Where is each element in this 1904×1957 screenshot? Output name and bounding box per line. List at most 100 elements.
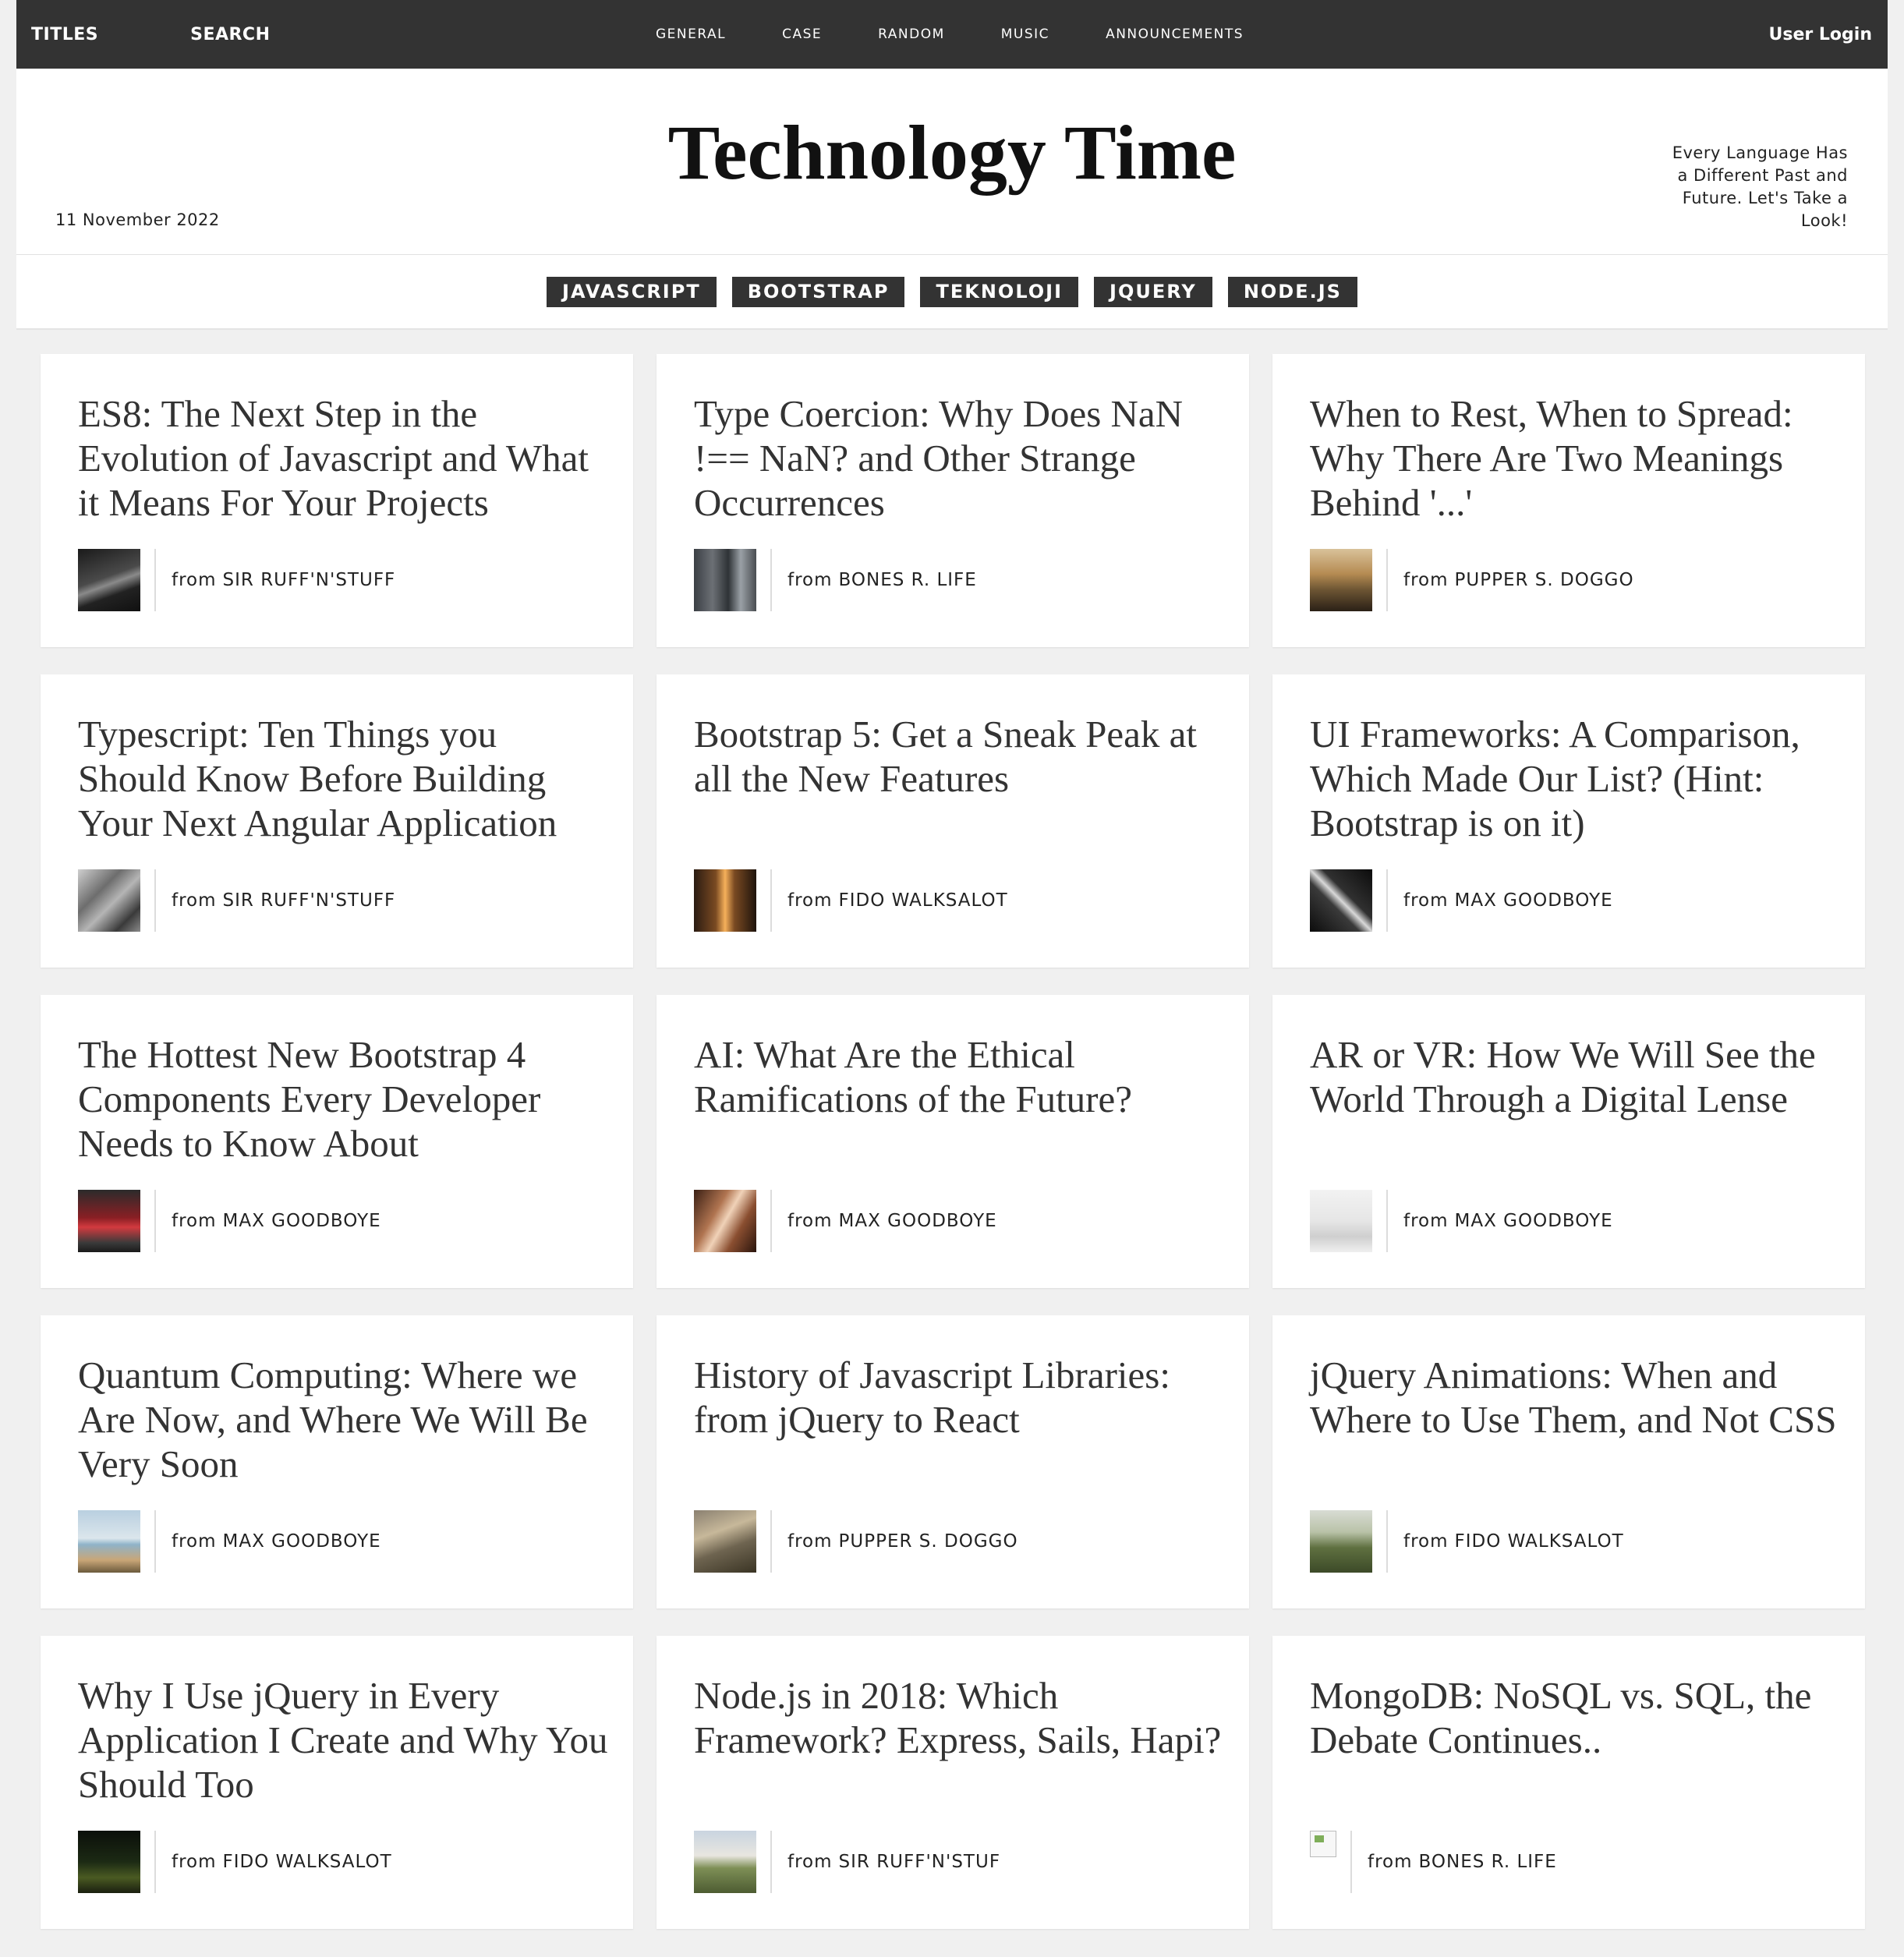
search-link[interactable]: SEARCH [190, 25, 270, 44]
byline-divider [770, 869, 772, 932]
article-card[interactable]: AR or VR: How We Will See the World Thro… [1272, 995, 1865, 1288]
byline-divider [770, 1510, 772, 1573]
byline-from: from [172, 1531, 217, 1552]
byline-divider [1350, 1831, 1352, 1893]
author-thumbnail [78, 549, 140, 611]
broken-image-icon [1310, 1831, 1336, 1857]
tag-nodejs[interactable]: NODE.JS [1227, 276, 1357, 307]
article-card[interactable]: UI Frameworks: A Comparison, Which Made … [1272, 674, 1865, 968]
tag-bootstrap[interactable]: BOOTSTRAP [731, 276, 905, 307]
masthead: 11 November 2022 Technology Time Every L… [16, 69, 1888, 256]
author-name[interactable]: FIDO WALKSALOT [839, 890, 1008, 911]
article-title[interactable]: The Hottest New Bootstrap 4 Components E… [78, 1032, 608, 1166]
article-title[interactable]: Typescript: Ten Things you Should Know B… [78, 712, 608, 845]
byline-from: from [1403, 1531, 1449, 1552]
article-byline: from SIR RUFF'N'STUFF [78, 549, 395, 611]
byline-from: from [787, 1531, 833, 1552]
article-title[interactable]: jQuery Animations: When and Where to Use… [1310, 1353, 1840, 1442]
article-card[interactable]: Bootstrap 5: Get a Sneak Peak at all the… [656, 674, 1249, 968]
byline-divider [1386, 1510, 1388, 1573]
byline-from: from [1368, 1852, 1413, 1872]
author-name[interactable]: PUPPER S. DOGGO [1455, 570, 1634, 590]
article-title[interactable]: Bootstrap 5: Get a Sneak Peak at all the… [694, 712, 1224, 801]
current-date: 11 November 2022 [55, 211, 220, 229]
article-title[interactable]: MongoDB: NoSQL vs. SQL, the Debate Conti… [1310, 1673, 1840, 1762]
article-card[interactable]: Type Coercion: Why Does NaN !== NaN? and… [656, 354, 1249, 647]
category-case-link[interactable]: CASE [782, 27, 822, 42]
author-thumbnail [78, 1831, 140, 1893]
author-thumbnail [694, 869, 756, 932]
byline-divider [770, 1831, 772, 1893]
author-thumbnail [694, 1831, 756, 1893]
tag-jquery[interactable]: JQUERY [1094, 276, 1212, 307]
author-thumbnail [78, 1190, 140, 1252]
author-name[interactable]: BONES R. LIFE [839, 570, 977, 590]
article-title[interactable]: AI: What Are the Ethical Ramifications o… [694, 1032, 1224, 1121]
author-thumbnail [694, 1190, 756, 1252]
author-name[interactable]: MAX GOODBOYE [1455, 1211, 1613, 1231]
article-title[interactable]: When to Rest, When to Spread: Why There … [1310, 391, 1840, 525]
article-title[interactable]: Type Coercion: Why Does NaN !== NaN? and… [694, 391, 1224, 525]
author-name[interactable]: FIDO WALKSALOT [1455, 1531, 1624, 1552]
category-announcements-link[interactable]: ANNOUNCEMENTS [1106, 27, 1244, 42]
article-title[interactable]: AR or VR: How We Will See the World Thro… [1310, 1032, 1840, 1121]
titles-link[interactable]: TITLES [31, 25, 98, 44]
byline-divider [770, 1190, 772, 1252]
category-general-link[interactable]: GENERAL [656, 27, 726, 42]
author-name[interactable]: SIR RUFF'N'STUFF [223, 890, 396, 911]
byline-divider [1386, 549, 1388, 611]
author-name[interactable]: FIDO WALKSALOT [223, 1852, 392, 1872]
article-title[interactable]: ES8: The Next Step in the Evolution of J… [78, 391, 608, 525]
article-byline: from FIDO WALKSALOT [78, 1831, 392, 1893]
article-card[interactable]: Why I Use jQuery in Every Application I … [41, 1636, 633, 1929]
byline-from: from [172, 1211, 217, 1231]
article-card[interactable]: AI: What Are the Ethical Ramifications o… [656, 995, 1249, 1288]
article-title[interactable]: Why I Use jQuery in Every Application I … [78, 1673, 608, 1807]
article-title[interactable]: Node.js in 2018: Which Framework? Expres… [694, 1673, 1224, 1762]
article-card[interactable]: Typescript: Ten Things you Should Know B… [41, 674, 633, 968]
article-card[interactable]: MongoDB: NoSQL vs. SQL, the Debate Conti… [1272, 1636, 1865, 1929]
byline-divider [154, 549, 156, 611]
tag-javascript[interactable]: JAVASCRIPT [547, 276, 717, 307]
author-name[interactable]: BONES R. LIFE [1419, 1852, 1557, 1872]
byline-from: from [172, 890, 217, 911]
byline-from: from [1403, 1211, 1449, 1231]
author-name[interactable]: SIR RUFF'N'STUF [839, 1852, 1001, 1872]
article-card[interactable]: Quantum Computing: Where we Are Now, and… [41, 1315, 633, 1608]
author-name[interactable]: SIR RUFF'N'STUFF [223, 570, 396, 590]
byline-divider [1386, 869, 1388, 932]
article-byline: from PUPPER S. DOGGO [694, 1510, 1018, 1573]
article-card[interactable]: The Hottest New Bootstrap 4 Components E… [41, 995, 633, 1288]
article-byline: from SIR RUFF'N'STUFF [78, 869, 395, 932]
top-navbar: TITLES SEARCH GENERAL CASE RANDOM MUSIC … [16, 0, 1888, 69]
category-music-link[interactable]: MUSIC [1001, 27, 1049, 42]
author-name[interactable]: MAX GOODBOYE [223, 1211, 381, 1231]
tag-teknoloji[interactable]: TEKNOLOJI [920, 276, 1079, 307]
author-thumbnail [1310, 869, 1372, 932]
article-title[interactable]: UI Frameworks: A Comparison, Which Made … [1310, 712, 1840, 845]
article-card[interactable]: History of Javascript Libraries: from jQ… [656, 1315, 1249, 1608]
article-card[interactable]: When to Rest, When to Spread: Why There … [1272, 354, 1865, 647]
author-name[interactable]: MAX GOODBOYE [1455, 890, 1613, 911]
byline-divider [154, 1190, 156, 1252]
article-title[interactable]: History of Javascript Libraries: from jQ… [694, 1353, 1224, 1442]
byline-from: from [787, 890, 833, 911]
article-byline: from BONES R. LIFE [694, 549, 977, 611]
site-title[interactable]: Technology Time [16, 108, 1888, 197]
article-byline: from FIDO WALKSALOT [694, 869, 1008, 932]
article-byline: from MAX GOODBOYE [78, 1510, 381, 1573]
byline-divider [154, 869, 156, 932]
author-name[interactable]: MAX GOODBOYE [839, 1211, 997, 1231]
user-login-link[interactable]: User Login [1769, 25, 1872, 44]
byline-from: from [787, 570, 833, 590]
article-card[interactable]: ES8: The Next Step in the Evolution of J… [41, 354, 633, 647]
article-card[interactable]: jQuery Animations: When and Where to Use… [1272, 1315, 1865, 1608]
category-random-link[interactable]: RANDOM [878, 27, 945, 42]
author-name[interactable]: MAX GOODBOYE [223, 1531, 381, 1552]
author-name[interactable]: PUPPER S. DOGGO [839, 1531, 1018, 1552]
author-thumbnail [694, 549, 756, 611]
article-title[interactable]: Quantum Computing: Where we Are Now, and… [78, 1353, 608, 1486]
byline-divider [770, 549, 772, 611]
article-card[interactable]: Node.js in 2018: Which Framework? Expres… [656, 1636, 1249, 1929]
article-byline: from BONES R. LIFE [1310, 1831, 1557, 1893]
